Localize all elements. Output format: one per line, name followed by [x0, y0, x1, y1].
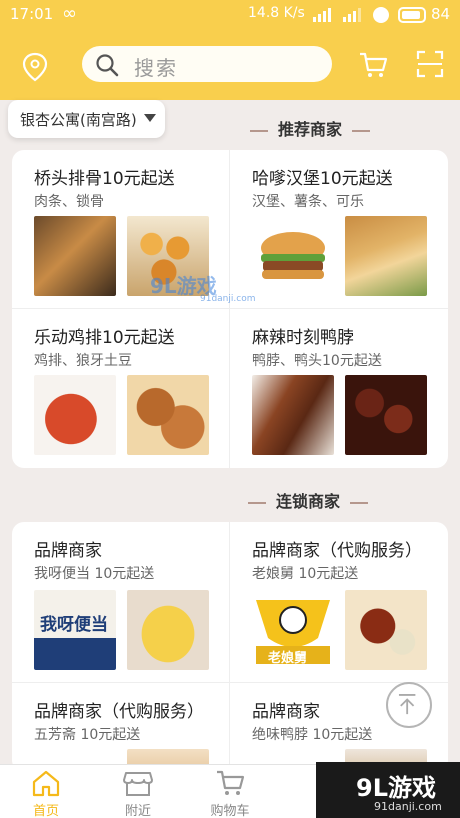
food-image [345, 375, 427, 455]
scan-icon[interactable] [416, 50, 444, 78]
header: 搜索 [0, 30, 460, 100]
tab-nearby[interactable]: 附近 [92, 765, 184, 818]
merchant-card-mala[interactable]: 麻辣时刻鸭脖 鸭脖、鸭头10元起送 [230, 309, 448, 468]
scroll-to-top-button[interactable] [386, 682, 432, 728]
tab-label: 附近 [124, 804, 151, 818]
battery-icon [398, 7, 426, 23]
merchant-name: 品牌商家 [252, 702, 320, 722]
food-image [127, 375, 209, 455]
burger-image [252, 216, 334, 296]
tab-cart[interactable]: 购物车 [184, 765, 276, 818]
recommended-merchants-card: 桥头排骨10元起送 肉条、锁骨 哈嗲汉堡10元起送 汉堡、薯条、可乐 乐动鸡排1… [12, 150, 448, 468]
merchant-name: 品牌商家（代购服务） [34, 702, 204, 722]
tab-home[interactable]: 首页 [0, 765, 92, 818]
search-icon [96, 54, 119, 77]
cart-icon [217, 770, 245, 795]
merchant-card-hadia[interactable]: 哈嗲汉堡10元起送 汉堡、薯条、可乐 [230, 150, 448, 308]
food-image [127, 590, 209, 670]
battery-level: 84 [431, 5, 451, 23]
laoniangjiu-logo-image: 老娘舅 [252, 590, 334, 670]
merchant-card-laoniangjiu[interactable]: 品牌商家（代购服务） 老娘舅 10元起送 老娘舅 [230, 522, 448, 682]
arrow-up-icon [398, 694, 416, 715]
section-title-chain: 连锁商家 [0, 488, 460, 512]
store-icon [123, 772, 153, 796]
status-bar: 17:01 ∞ 14.8 K/s 84 [0, 0, 460, 30]
merchant-subtitle: 鸡排、狼牙土豆 [34, 353, 132, 369]
watermark-mid-site: 91danji.com [200, 294, 256, 304]
location-pin-icon[interactable] [22, 52, 48, 82]
search-placeholder: 搜索 [134, 56, 178, 80]
food-image [34, 375, 116, 455]
merchant-name: 乐动鸡排10元起送 [34, 328, 175, 348]
notification-icon [373, 7, 389, 23]
merchant-name: 哈嗲汉堡10元起送 [252, 169, 393, 189]
signal-icon [313, 8, 331, 22]
search-input[interactable]: 搜索 [82, 46, 332, 82]
chain-merchants-card: 品牌商家 我呀便当 10元起送 我呀便当 品牌商家（代购服务） 老娘舅 10元起… [12, 522, 448, 772]
status-time: 17:01 [10, 5, 54, 23]
merchant-subtitle: 绝味鸭脖 10元起送 [252, 727, 373, 743]
food-image [252, 375, 334, 455]
signal-2-icon [343, 8, 361, 22]
food-image [345, 216, 427, 296]
section-title-recommended: 推荐商家 [0, 116, 460, 140]
merchant-subtitle: 五芳斋 10元起送 [34, 727, 141, 743]
tab-label: 购物车 [210, 804, 250, 818]
merchant-subtitle: 老娘舅 10元起送 [252, 566, 359, 582]
merchant-name: 品牌商家（代购服务） [252, 541, 422, 561]
cart-icon[interactable] [358, 50, 388, 80]
woya-logo-image: 我呀便当 [34, 590, 116, 670]
food-image [345, 590, 427, 670]
merchant-name: 品牌商家 [34, 541, 102, 561]
merchant-subtitle: 汉堡、薯条、可乐 [252, 194, 364, 210]
merchant-name: 桥头排骨10元起送 [34, 169, 175, 189]
watermark-brand: 9L游戏 [356, 774, 436, 802]
watermark-logo: 9L游戏 91danji.com [316, 762, 460, 818]
home-icon [32, 770, 60, 797]
tab-label: 首页 [32, 804, 59, 818]
watermark-site: 91danji.com [374, 800, 442, 813]
food-image [34, 216, 116, 296]
merchant-card-woya[interactable]: 品牌商家 我呀便当 10元起送 我呀便当 [12, 522, 230, 682]
merchant-name: 麻辣时刻鸭脖 [252, 328, 354, 348]
network-speed: 14.8 K/s [248, 5, 305, 21]
sync-icon: ∞ [62, 3, 77, 24]
merchant-subtitle: 肉条、锁骨 [34, 194, 104, 210]
merchant-card-ledong[interactable]: 乐动鸡排10元起送 鸡排、狼牙土豆 [12, 309, 230, 468]
merchant-subtitle: 我呀便当 10元起送 [34, 566, 155, 582]
merchant-subtitle: 鸭脖、鸭头10元起送 [252, 353, 382, 369]
merchant-card-wufangzhai[interactable]: 品牌商家（代购服务） 五芳斋 10元起送 [12, 683, 230, 772]
